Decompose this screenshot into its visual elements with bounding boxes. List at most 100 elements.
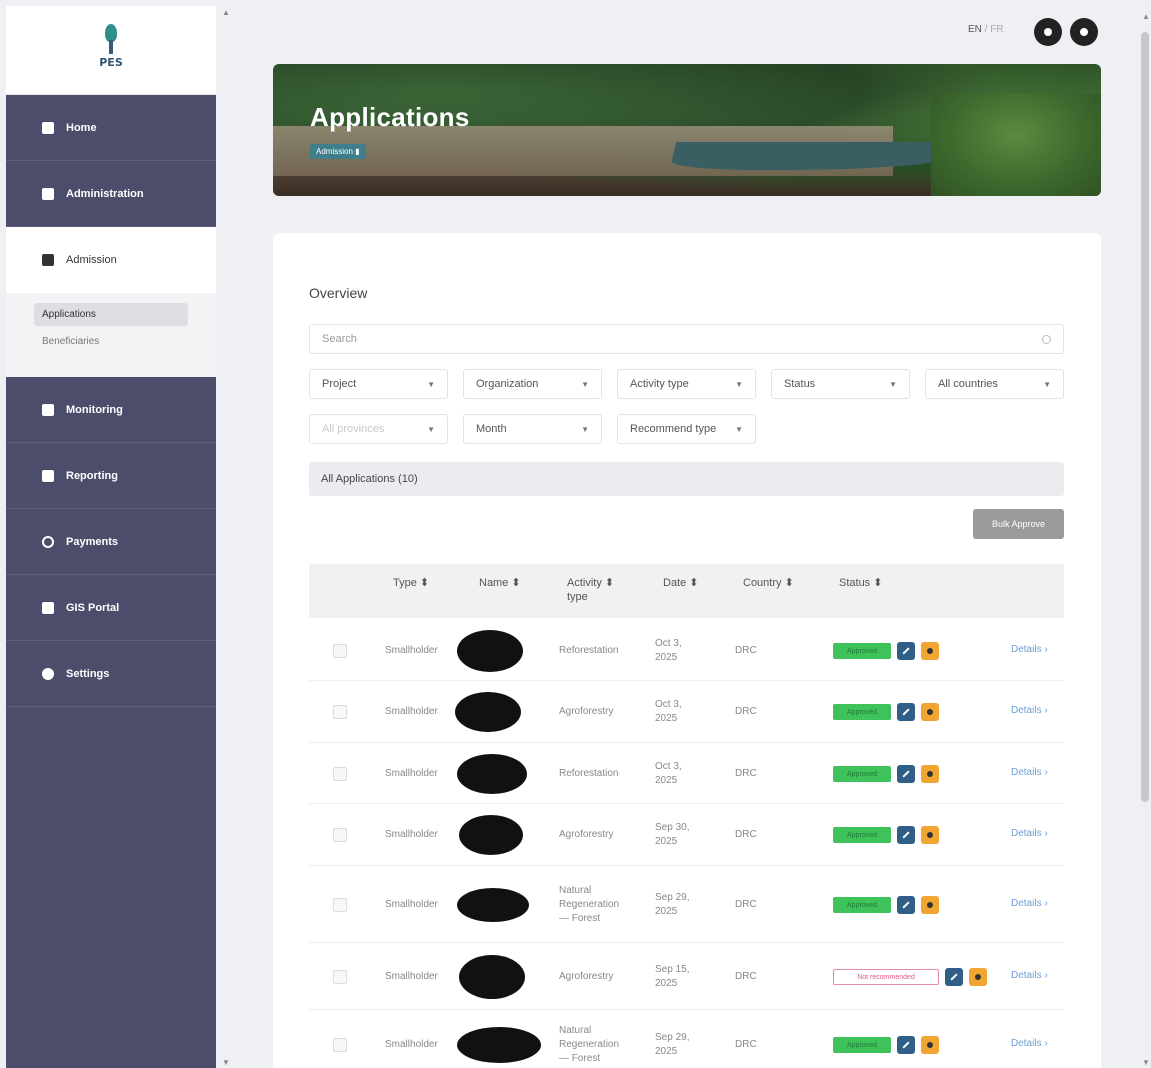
details-link[interactable]: Details › — [1011, 1038, 1048, 1049]
chevron-down-icon: ▼ — [427, 379, 435, 389]
flag-button[interactable] — [969, 968, 987, 986]
details-link[interactable]: Details › — [1011, 644, 1048, 655]
countries-filter[interactable]: All countries ▼ — [925, 369, 1064, 399]
provinces-filter: All provinces ▼ — [309, 414, 448, 444]
edit-button[interactable] — [897, 703, 915, 721]
row-checkbox[interactable] — [333, 644, 347, 658]
edit-button[interactable] — [945, 968, 963, 986]
bulk-approve-button[interactable]: Bulk Approve — [973, 509, 1064, 539]
status-filter[interactable]: Status ▼ — [771, 369, 910, 399]
col-country[interactable]: Country ⬍ — [743, 576, 794, 590]
cell-country: DRC — [735, 706, 757, 717]
sidebar-item-monitoring[interactable]: Monitoring — [6, 377, 216, 443]
sidebar-item-settings[interactable]: Settings — [6, 641, 216, 707]
cell-type: Smallholder — [385, 829, 438, 840]
sidebar-item-admission[interactable]: Admission — [6, 227, 216, 293]
page-title: Applications — [310, 102, 470, 132]
cell-activity-type: Natural Regeneration — Forest — [559, 885, 620, 924]
row-checkbox[interactable] — [333, 705, 347, 719]
pencil-icon — [902, 770, 910, 778]
page-scrollbar[interactable] — [1141, 32, 1149, 802]
table-row: Smallholder Agroforestry Oct 3, 2025 DRC Appr… — [309, 681, 1064, 743]
project-filter[interactable]: Project ▼ — [309, 369, 448, 399]
details-link[interactable]: Details › — [1011, 705, 1048, 716]
edit-button[interactable] — [897, 1036, 915, 1054]
row-checkbox[interactable] — [333, 898, 347, 912]
edit-button[interactable] — [897, 826, 915, 844]
sidebar-item-gis-portal[interactable]: GIS Portal — [6, 575, 216, 641]
col-status[interactable]: Status ⬍ — [839, 576, 882, 590]
logo-area[interactable]: PES — [6, 6, 216, 95]
banner-boat-image — [670, 142, 966, 170]
sidebar-scroll-up-icon[interactable]: ▲ — [222, 8, 230, 17]
flag-button[interactable] — [921, 703, 939, 721]
flag-button[interactable] — [921, 1036, 939, 1054]
flag-button[interactable] — [921, 642, 939, 660]
redacted-name — [457, 1027, 541, 1063]
flag-button[interactable] — [921, 826, 939, 844]
cell-date: Sep 30, 2025 — [655, 822, 690, 847]
status-badge: Approved — [833, 827, 891, 843]
row-checkbox[interactable] — [333, 1038, 347, 1052]
cell-type: Smallholder — [385, 706, 438, 717]
flag-button[interactable] — [921, 765, 939, 783]
month-filter[interactable]: Month ▼ — [463, 414, 602, 444]
row-checkbox[interactable] — [333, 828, 347, 842]
sidebar-item-home[interactable]: Home — [6, 95, 216, 161]
details-link[interactable]: Details › — [1011, 898, 1048, 909]
user-button[interactable] — [1070, 18, 1098, 46]
reporting-icon — [42, 469, 54, 482]
cell-activity-type: Agroforestry — [559, 971, 614, 982]
help-button[interactable] — [1034, 18, 1062, 46]
edit-button[interactable] — [897, 896, 915, 914]
status-badge: Approved — [833, 1037, 891, 1053]
recommend-type-filter[interactable]: Recommend type ▼ — [617, 414, 756, 444]
lang-en[interactable]: EN — [968, 24, 982, 35]
gear-icon — [42, 667, 54, 680]
redacted-name — [457, 888, 529, 922]
lang-fr[interactable]: FR — [990, 24, 1003, 35]
col-name[interactable]: Name ⬍ — [479, 576, 521, 590]
flag-button[interactable] — [921, 896, 939, 914]
col-date[interactable]: Date ⬍ — [663, 576, 699, 590]
breadcrumb[interactable]: Admission ▮ — [310, 144, 366, 159]
page-banner: Applications Admission ▮ — [273, 64, 1101, 196]
row-checkbox[interactable] — [333, 767, 347, 781]
details-link[interactable]: Details › — [1011, 767, 1048, 778]
language-switcher[interactable]: EN / FR — [968, 24, 1004, 35]
edit-button[interactable] — [897, 765, 915, 783]
organization-filter[interactable]: Organization ▼ — [463, 369, 602, 399]
details-link[interactable]: Details › — [1011, 828, 1048, 839]
pencil-icon — [902, 708, 910, 716]
details-link[interactable]: Details › — [1011, 970, 1048, 981]
cell-country: DRC — [735, 899, 757, 910]
col-type[interactable]: Type ⬍ — [393, 576, 429, 590]
pencil-icon — [902, 831, 910, 839]
sidebar-item-payments[interactable]: Payments — [6, 509, 216, 575]
search-input[interactable]: Search — [309, 324, 1064, 354]
activity-type-filter[interactable]: Activity type ▼ — [617, 369, 756, 399]
cell-country: DRC — [735, 1039, 757, 1050]
subnav-item-applications[interactable]: Applications — [34, 303, 188, 326]
sidebar-item-administration[interactable]: Administration — [6, 161, 216, 227]
user-icon — [1080, 28, 1088, 36]
page-scroll-up-icon[interactable]: ▲ — [1142, 12, 1150, 21]
row-checkbox[interactable] — [333, 970, 347, 984]
sidebar-scroll-down-icon[interactable]: ▼ — [222, 1058, 230, 1067]
cell-date: Sep 15, 2025 — [655, 964, 690, 989]
pencil-icon — [902, 901, 910, 909]
cell-date: Sep 29, 2025 — [655, 1032, 690, 1057]
admission-subnav: Applications Beneficiaries — [6, 293, 216, 377]
sidebar-item-reporting[interactable]: Reporting — [6, 443, 216, 509]
page-scroll-down-icon[interactable]: ▼ — [1142, 1058, 1150, 1067]
table-row: Smallholder Natural Regeneration — Forest Se… — [309, 866, 1064, 943]
col-activity-type[interactable]: Activity ⬍ type — [567, 576, 614, 604]
chevron-down-icon: ▼ — [581, 424, 589, 434]
subnav-item-beneficiaries[interactable]: Beneficiaries — [34, 330, 188, 353]
tab-all-applications[interactable]: All Applications (10) — [309, 462, 1064, 496]
flag-icon — [927, 648, 933, 654]
edit-button[interactable] — [897, 642, 915, 660]
cell-country: DRC — [735, 768, 757, 779]
gis-icon — [42, 601, 54, 614]
sidebar: PES Home Administration Admission Applic… — [6, 6, 216, 1068]
